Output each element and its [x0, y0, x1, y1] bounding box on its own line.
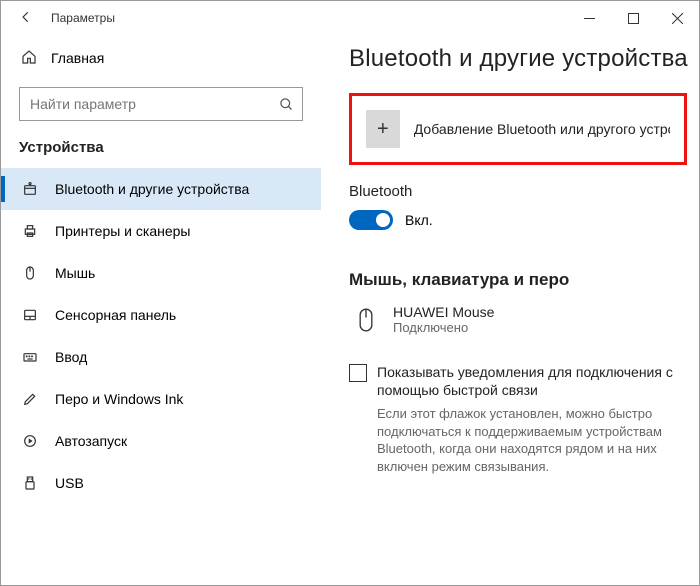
- bluetooth-section-label: Bluetooth: [349, 183, 687, 200]
- device-status: Подключено: [393, 320, 494, 335]
- maximize-button[interactable]: [611, 1, 655, 35]
- printer-icon: [21, 223, 39, 239]
- search-input[interactable]: [20, 96, 270, 112]
- mouse-icon: [21, 265, 39, 281]
- sidebar-item-label: Мышь: [55, 265, 95, 281]
- sidebar-item-pen[interactable]: Перо и Windows Ink: [1, 378, 321, 420]
- devices-section-header: Мышь, клавиатура и перо: [349, 270, 687, 290]
- device-name: HUAWEI Mouse: [393, 304, 494, 320]
- sidebar: Главная Устройства Bluetooth и другие ус…: [1, 35, 321, 585]
- sidebar-item-touchpad[interactable]: Сенсорная панель: [1, 294, 321, 336]
- page-title: Bluetooth и другие устройства: [349, 45, 687, 73]
- window-title: Параметры: [51, 11, 115, 25]
- close-button[interactable]: [655, 1, 699, 35]
- sidebar-item-label: Сенсорная панель: [55, 307, 176, 323]
- add-device-button[interactable]: + Добавление Bluetooth или другого устро…: [366, 110, 670, 148]
- home-link[interactable]: Главная: [1, 39, 321, 77]
- minimize-button[interactable]: [567, 1, 611, 35]
- keyboard-icon: [21, 349, 39, 365]
- back-button[interactable]: [15, 10, 37, 27]
- sidebar-item-typing[interactable]: Ввод: [1, 336, 321, 378]
- add-device-highlight: + Добавление Bluetooth или другого устро…: [349, 93, 687, 165]
- device-item[interactable]: HUAWEI Mouse Подключено: [349, 304, 687, 335]
- autoplay-icon: [21, 433, 39, 449]
- touchpad-icon: [21, 307, 39, 323]
- plus-icon: +: [366, 110, 400, 148]
- sidebar-header: Устройства: [1, 135, 321, 168]
- sidebar-item-printers[interactable]: Принтеры и сканеры: [1, 210, 321, 252]
- sidebar-item-label: Bluetooth и другие устройства: [55, 181, 249, 197]
- swift-pair-label: Показывать уведомления для подключения с…: [377, 363, 687, 399]
- search-icon: [270, 97, 302, 112]
- add-device-label: Добавление Bluetooth или другого устройс…: [414, 121, 670, 137]
- sidebar-item-label: Автозапуск: [55, 433, 127, 449]
- bluetooth-icon: [21, 181, 39, 197]
- sidebar-item-label: Принтеры и сканеры: [55, 223, 190, 239]
- home-label: Главная: [51, 50, 104, 66]
- search-box[interactable]: [19, 87, 303, 121]
- sidebar-item-label: Ввод: [55, 349, 87, 365]
- usb-icon: [21, 475, 39, 491]
- swift-pair-helper: Если этот флажок установлен, можно быстр…: [349, 405, 687, 475]
- sidebar-item-usb[interactable]: USB: [1, 462, 321, 504]
- sidebar-item-bluetooth[interactable]: Bluetooth и другие устройства: [1, 168, 321, 210]
- sidebar-nav: Bluetooth и другие устройства Принтеры и…: [1, 168, 321, 504]
- mouse-device-icon: [353, 304, 379, 334]
- sidebar-item-autoplay[interactable]: Автозапуск: [1, 420, 321, 462]
- content-pane: Bluetooth и другие устройства + Добавлен…: [321, 35, 699, 585]
- pen-icon: [21, 391, 39, 407]
- sidebar-item-mouse[interactable]: Мышь: [1, 252, 321, 294]
- swift-pair-checkbox[interactable]: [349, 364, 367, 382]
- bluetooth-toggle-state: Вкл.: [405, 212, 433, 228]
- home-icon: [21, 49, 37, 68]
- bluetooth-toggle[interactable]: [349, 210, 393, 230]
- sidebar-item-label: USB: [55, 475, 84, 491]
- title-bar: Параметры: [1, 1, 699, 35]
- sidebar-item-label: Перо и Windows Ink: [55, 391, 183, 407]
